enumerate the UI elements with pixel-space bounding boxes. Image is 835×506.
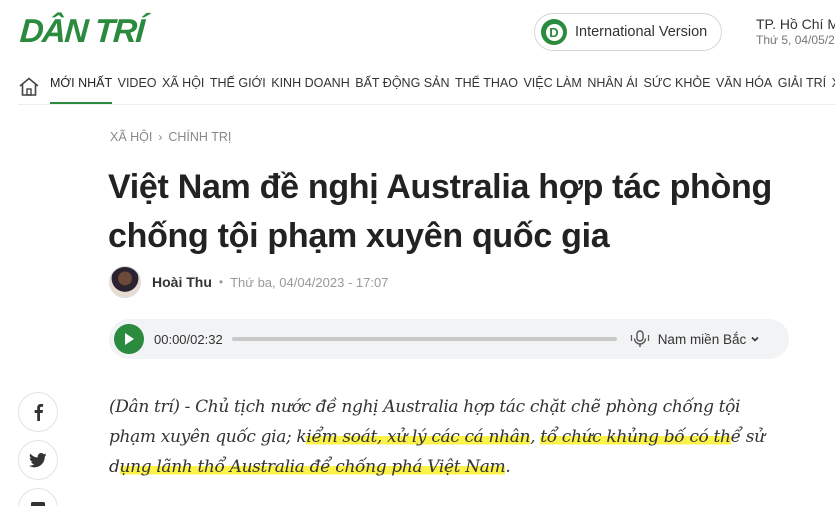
audio-player: 00:00/02:32 Nam miền Bắc: [109, 319, 789, 359]
author-name[interactable]: Hoài Thu: [152, 274, 212, 290]
lead-text: .: [505, 457, 511, 477]
comment-icon: [31, 502, 45, 506]
article-title: Việt Nam đề nghị Australia hợp tác phòng…: [108, 168, 772, 255]
facebook-icon: [34, 404, 44, 421]
nav-item-video[interactable]: VIDEO: [118, 70, 157, 104]
nav-item-the-gioi[interactable]: THẾ GIỚI: [210, 70, 266, 104]
nav-item-van-hoa[interactable]: VĂN HÓA: [716, 70, 772, 104]
breadcrumb: XÃ HỘI › CHÍNH TRỊ: [110, 130, 231, 144]
article-lead: (Dân trí) - Chủ tịch nước đề nghị Austra…: [109, 392, 789, 482]
separator-dot: •: [218, 275, 224, 289]
logo-text: DÂN TRÍ: [18, 12, 145, 49]
nav-item-kinh-doanh[interactable]: KINH DOANH: [271, 70, 349, 104]
main-nav: MỚI NHẤT VIDEO XÃ HỘI THẾ GIỚI KINH DOAN…: [18, 70, 835, 104]
voice-select[interactable]: Nam miền Bắc: [658, 332, 761, 347]
dantri-d-icon: D: [541, 19, 567, 45]
nav-item-suc-khoe[interactable]: SỨC KHỎE: [644, 70, 711, 104]
home-icon[interactable]: [18, 76, 40, 98]
location-date: TP. Hồ Chí M Thứ 5, 04/05/2: [756, 16, 835, 47]
lead-text: ,: [530, 427, 541, 447]
publish-time: Thứ ba, 04/04/2023 - 17:07: [230, 274, 389, 290]
lead-highlight: ụng lãnh thổ Australia để chống phá Việt…: [119, 457, 506, 477]
international-version-label: International Version: [575, 24, 708, 40]
nav-item-xe[interactable]: XE: [832, 70, 835, 104]
share-facebook-button[interactable]: [18, 392, 58, 432]
share-twitter-button[interactable]: [18, 440, 58, 480]
audio-progress-bar[interactable]: [231, 337, 617, 341]
city-name: TP. Hồ Chí M: [756, 16, 835, 32]
nav-item-the-thao[interactable]: THỂ THAO: [455, 70, 518, 104]
author-avatar[interactable]: [109, 266, 141, 298]
nav-item-bat-dong-san[interactable]: BẤT ĐỘNG SẢN: [355, 70, 449, 104]
nav-item-giai-tri[interactable]: GIẢI TRÍ: [778, 70, 826, 104]
breadcrumb-section[interactable]: XÃ HỘI: [110, 130, 152, 144]
author-row: Hoài Thu • Thứ ba, 04/04/2023 - 17:07: [109, 266, 388, 298]
twitter-icon: [29, 452, 47, 467]
nav-item-nhan-ai[interactable]: NHÂN ÁI: [587, 70, 638, 104]
chevron-right-icon: ›: [158, 130, 163, 144]
lead-highlight: tổ chức khủng bố có th: [540, 427, 731, 447]
audio-time: 00:00/02:32: [154, 331, 223, 347]
lead-highlight: iểm soát, xử lý các cá nhân: [306, 427, 531, 447]
chevron-down-icon: [751, 336, 759, 342]
play-icon: [125, 333, 134, 345]
international-version-button[interactable]: D International Version: [534, 13, 722, 51]
nav-item-moi-nhat[interactable]: MỚI NHẤT: [50, 70, 113, 104]
voice-select-value: Nam miền Bắc: [657, 331, 747, 347]
nav-item-xa-hoi[interactable]: XÃ HỘI: [162, 70, 204, 104]
play-button[interactable]: [114, 324, 144, 354]
site-logo[interactable]: DÂN TRÍ: [18, 12, 145, 49]
nav-divider: [18, 104, 835, 105]
voice-icon: [630, 329, 650, 349]
nav-item-viec-lam[interactable]: VIỆC LÀM: [523, 70, 581, 104]
share-comment-button[interactable]: [18, 488, 58, 506]
current-date: Thứ 5, 04/05/2: [756, 33, 835, 47]
breadcrumb-subsection[interactable]: CHÍNH TRỊ: [168, 130, 231, 144]
